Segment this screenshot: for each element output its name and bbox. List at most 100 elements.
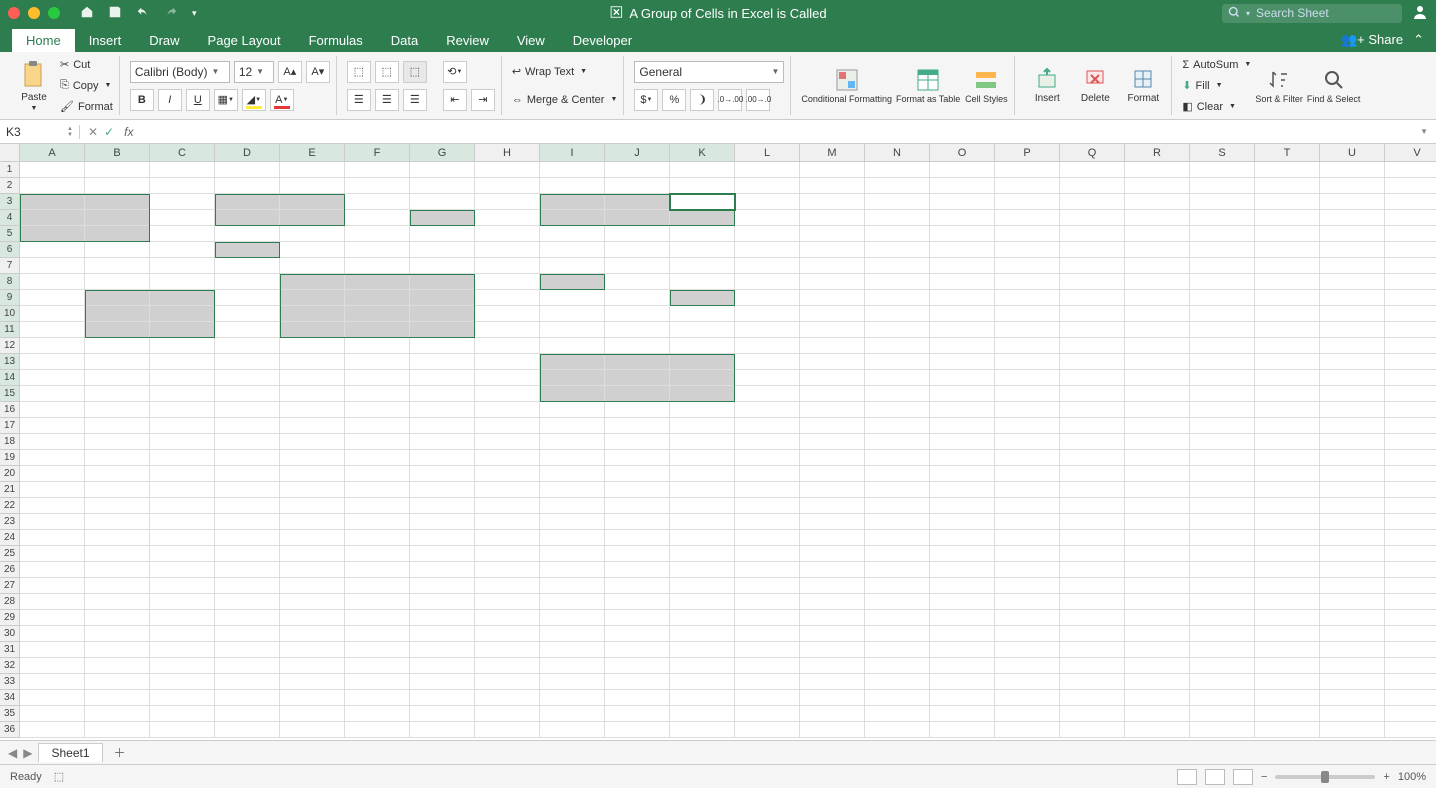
row-header[interactable]: 23 — [0, 514, 20, 530]
cell[interactable] — [150, 514, 215, 530]
cell[interactable] — [670, 370, 735, 386]
cell[interactable] — [995, 498, 1060, 514]
cell[interactable] — [670, 226, 735, 242]
search-input[interactable] — [1256, 6, 1396, 20]
cell[interactable] — [475, 402, 540, 418]
cell[interactable] — [1255, 354, 1320, 370]
cell[interactable] — [1125, 242, 1190, 258]
cell[interactable] — [1125, 562, 1190, 578]
sheet-nav-prev[interactable]: ◀ — [8, 746, 17, 760]
cell[interactable] — [670, 610, 735, 626]
cell[interactable] — [1190, 722, 1255, 738]
cell[interactable] — [995, 578, 1060, 594]
add-sheet-button[interactable]: ＋ — [109, 744, 131, 762]
cell[interactable] — [670, 338, 735, 354]
cell[interactable] — [540, 210, 605, 226]
cell[interactable] — [475, 306, 540, 322]
cell[interactable] — [800, 226, 865, 242]
row-header[interactable]: 18 — [0, 434, 20, 450]
cell[interactable] — [540, 658, 605, 674]
cell[interactable] — [1385, 402, 1436, 418]
cell[interactable] — [215, 610, 280, 626]
cell[interactable] — [930, 370, 995, 386]
cell[interactable] — [1255, 226, 1320, 242]
cell[interactable] — [1320, 690, 1385, 706]
cell[interactable] — [280, 610, 345, 626]
cell[interactable] — [1125, 290, 1190, 306]
cell[interactable] — [475, 322, 540, 338]
row-header[interactable]: 35 — [0, 706, 20, 722]
cell[interactable] — [280, 274, 345, 290]
tab-review[interactable]: Review — [432, 29, 503, 52]
cell[interactable] — [475, 258, 540, 274]
cell[interactable] — [1060, 370, 1125, 386]
cell[interactable] — [930, 210, 995, 226]
cell[interactable] — [215, 402, 280, 418]
cell[interactable] — [410, 258, 475, 274]
cell[interactable] — [1385, 338, 1436, 354]
cell[interactable] — [735, 434, 800, 450]
cell[interactable] — [215, 434, 280, 450]
cell[interactable] — [475, 562, 540, 578]
cell[interactable] — [995, 290, 1060, 306]
cell[interactable] — [280, 226, 345, 242]
cell[interactable] — [345, 450, 410, 466]
cell[interactable] — [150, 354, 215, 370]
cell[interactable] — [150, 658, 215, 674]
cell[interactable] — [865, 162, 930, 178]
cell[interactable] — [345, 178, 410, 194]
cell[interactable] — [930, 162, 995, 178]
cell[interactable] — [670, 242, 735, 258]
cell[interactable] — [540, 546, 605, 562]
cell[interactable] — [475, 354, 540, 370]
cell[interactable] — [995, 690, 1060, 706]
cell[interactable] — [20, 386, 85, 402]
cell[interactable] — [670, 658, 735, 674]
cell[interactable] — [1190, 290, 1255, 306]
cell[interactable] — [995, 530, 1060, 546]
maximize-window-button[interactable] — [48, 7, 60, 19]
cell[interactable] — [1060, 610, 1125, 626]
cell[interactable] — [540, 722, 605, 738]
cell[interactable] — [85, 178, 150, 194]
cell[interactable] — [1385, 578, 1436, 594]
cell[interactable] — [20, 578, 85, 594]
cell[interactable] — [995, 242, 1060, 258]
cell[interactable] — [1125, 498, 1190, 514]
cell[interactable] — [1060, 242, 1125, 258]
font-name-dropdown[interactable]: Calibri (Body)▼ — [130, 61, 230, 83]
cell[interactable] — [605, 642, 670, 658]
sort-filter-button[interactable]: Sort & Filter — [1255, 56, 1303, 116]
cell[interactable] — [215, 530, 280, 546]
cell[interactable] — [1190, 610, 1255, 626]
cell[interactable] — [1060, 642, 1125, 658]
cell[interactable] — [1385, 450, 1436, 466]
column-header[interactable]: N — [865, 144, 930, 162]
number-format-dropdown[interactable]: General▼ — [634, 61, 784, 83]
user-icon[interactable] — [1412, 4, 1428, 23]
cell[interactable] — [605, 434, 670, 450]
cell[interactable] — [1060, 322, 1125, 338]
cell[interactable] — [1190, 322, 1255, 338]
cell[interactable] — [1385, 386, 1436, 402]
cell[interactable] — [1125, 194, 1190, 210]
cell[interactable] — [930, 450, 995, 466]
cell[interactable] — [1320, 370, 1385, 386]
cell[interactable] — [280, 530, 345, 546]
cell[interactable] — [345, 594, 410, 610]
cell[interactable] — [150, 306, 215, 322]
cell[interactable] — [1320, 386, 1385, 402]
cell[interactable] — [280, 450, 345, 466]
cell[interactable] — [410, 162, 475, 178]
cell[interactable] — [85, 610, 150, 626]
cell[interactable] — [1190, 242, 1255, 258]
cell[interactable] — [150, 482, 215, 498]
cell[interactable] — [865, 274, 930, 290]
cell[interactable] — [85, 162, 150, 178]
cell[interactable] — [735, 658, 800, 674]
cell[interactable] — [1125, 482, 1190, 498]
cell[interactable] — [85, 514, 150, 530]
cell[interactable] — [735, 594, 800, 610]
cell[interactable] — [150, 194, 215, 210]
cell[interactable] — [85, 306, 150, 322]
